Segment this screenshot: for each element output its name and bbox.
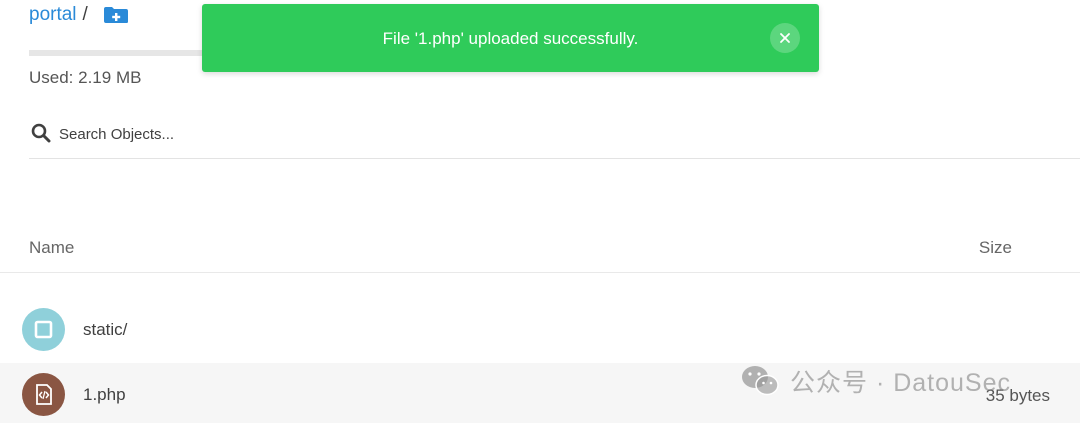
table-header: Name Size xyxy=(0,228,1080,273)
object-name[interactable]: static/ xyxy=(83,320,127,340)
breadcrumb-separator: / xyxy=(82,4,88,25)
code-file-icon xyxy=(22,373,65,416)
column-header-size[interactable]: Size xyxy=(979,238,1012,258)
breadcrumb: portal / xyxy=(29,2,88,28)
search-icon xyxy=(31,123,51,143)
watermark-text: 公众号 · DatouSec xyxy=(790,369,1012,397)
storage-used-label: Used: 2.19 MB xyxy=(29,68,142,87)
breadcrumb-bucket-link[interactable]: portal xyxy=(29,4,77,26)
toast-close-button[interactable] xyxy=(770,23,800,53)
close-icon xyxy=(780,33,790,43)
watermark: 公众号 · DatouSec xyxy=(740,364,1011,398)
upload-success-toast: File '1.php' uploaded successfully. xyxy=(202,4,819,72)
table-row[interactable]: static/ xyxy=(0,300,1080,360)
wechat-icon xyxy=(742,366,779,396)
search-bar xyxy=(29,118,1080,159)
object-name[interactable]: 1.php xyxy=(83,385,126,405)
column-header-name[interactable]: Name xyxy=(29,238,74,258)
storage-usage-bar xyxy=(29,50,219,56)
create-folder-button[interactable] xyxy=(103,6,129,24)
search-input[interactable] xyxy=(59,118,759,150)
folder-plus-icon xyxy=(104,7,128,23)
folder-icon xyxy=(22,308,65,351)
toast-message: File '1.php' uploaded successfully. xyxy=(382,29,639,48)
